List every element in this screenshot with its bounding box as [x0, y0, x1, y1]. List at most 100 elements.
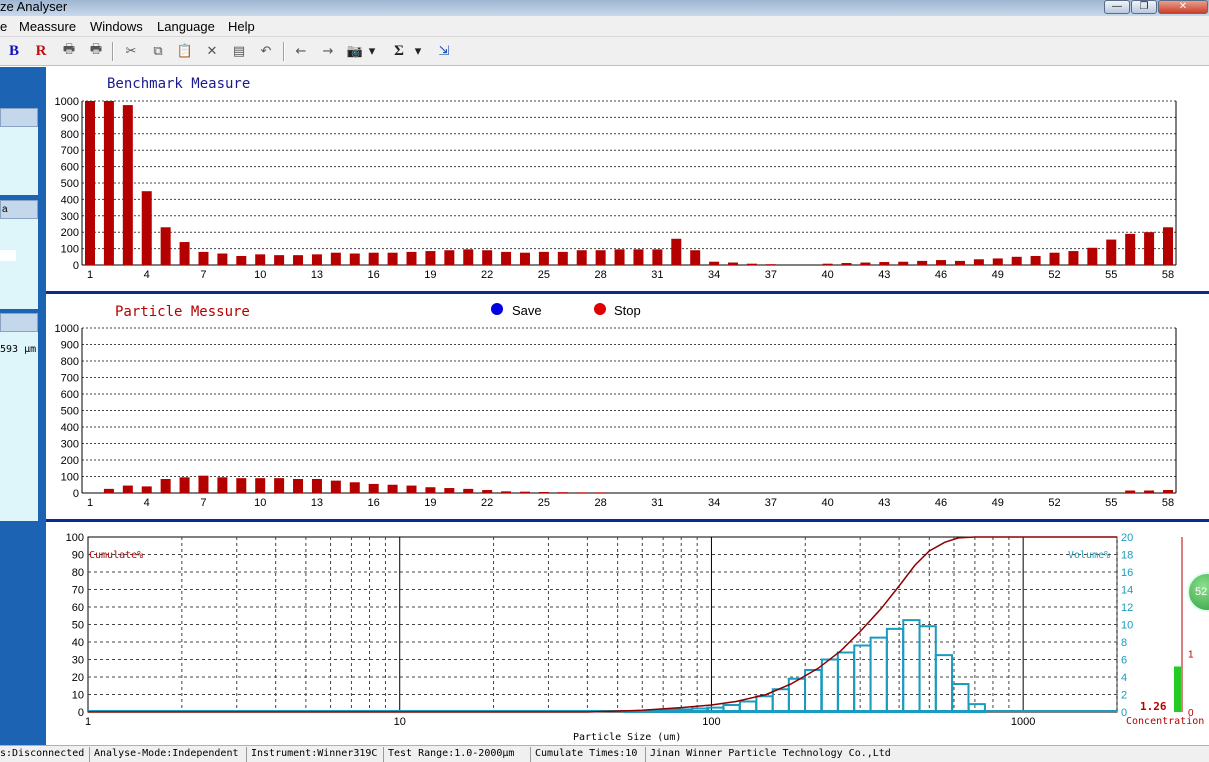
- particle-size-axis-label: Particle Size (um): [573, 732, 681, 743]
- benchmark-bar: [274, 255, 285, 265]
- status-company: Jinan Winner Particle Technology Co.,Ltd: [650, 748, 891, 759]
- benchmark-bar: [917, 260, 928, 265]
- particle-x-tick-label: 28: [595, 497, 607, 509]
- benchmark-bar: [1049, 252, 1060, 265]
- particle-bar: [330, 480, 341, 493]
- status-test-range: Test Range:1.0-2000μm: [385, 747, 531, 762]
- particle-bar: [482, 490, 493, 493]
- benchmark-bar: [103, 101, 114, 265]
- benchmark-x-tick-label: 52: [1048, 269, 1060, 281]
- volume-histogram-bar: [951, 683, 970, 713]
- benchmark-y-tick-label: 800: [61, 129, 79, 141]
- particle-x-tick-label: 52: [1048, 497, 1060, 509]
- particle-x-tick-label: 7: [200, 497, 206, 509]
- cumulate-tick-label: 60: [72, 602, 84, 614]
- particle-bar: [425, 487, 436, 493]
- particle-x-tick-label: 4: [144, 497, 150, 509]
- benchmark-bar: [444, 250, 455, 265]
- particle-x-tick-label: 13: [311, 497, 323, 509]
- particle-bar: [141, 486, 152, 493]
- particle-bar: [236, 478, 247, 493]
- benchmark-bar: [311, 254, 322, 265]
- particle-x-tick-label: 25: [538, 497, 550, 509]
- benchmark-y-tick-label: 700: [61, 145, 79, 157]
- benchmark-x-tick-label: 19: [424, 269, 436, 281]
- particle-x-tick-label: 49: [992, 497, 1004, 509]
- cumulate-tick-label: 50: [72, 620, 84, 632]
- benchmark-bar: [992, 258, 1003, 265]
- cumulate-tick-label: 40: [72, 637, 84, 649]
- volume-histogram-bar: [869, 636, 888, 713]
- particle-bar: [387, 484, 398, 493]
- benchmark-x-tick-label: 25: [538, 269, 550, 281]
- benchmark-bar: [217, 253, 228, 265]
- particle-x-tick-label: 16: [368, 497, 380, 509]
- stop-indicator-icon[interactable]: [594, 303, 606, 315]
- benchmark-bar: [538, 251, 549, 265]
- particle-bar: [293, 478, 304, 493]
- benchmark-y-tick-label: 300: [61, 211, 79, 223]
- volume-histogram-bar: [934, 654, 954, 713]
- benchmark-bar: [671, 238, 682, 265]
- volume-tick-label: 10: [1121, 620, 1133, 632]
- particle-x-tick-label: 34: [708, 497, 720, 509]
- benchmark-bar: [387, 252, 398, 265]
- benchmark-bar: [198, 251, 209, 265]
- cumulate-tick-label: 80: [72, 567, 84, 579]
- particle-x-tick-label: 31: [651, 497, 663, 509]
- particle-bar: [1163, 490, 1173, 493]
- distribution-chart: 0 10 20 30 40 50 60 70 80 90 1000 2 4 6 8 10 12 14 16 18 20 1…: [66, 532, 1134, 728]
- volume-histogram-bar: [641, 709, 661, 713]
- benchmark-bar: [368, 252, 379, 265]
- status-analyse-mode: Analyse-Mode:Independent: [91, 747, 247, 762]
- benchmark-bar: [330, 252, 341, 265]
- cumulate-tick-label: 20: [72, 672, 84, 684]
- particle-bar: [122, 485, 133, 493]
- benchmark-bar: [236, 255, 247, 265]
- save-label[interactable]: Save: [512, 303, 542, 318]
- stop-label[interactable]: Stop: [614, 303, 641, 318]
- benchmark-y-tick-label: 200: [61, 227, 79, 239]
- benchmark-bar: [425, 251, 436, 265]
- particle-x-tick-label: 1: [87, 497, 93, 509]
- particle-title: Particle Messure: [115, 304, 250, 320]
- particle-y-tick-label: 1000: [55, 323, 79, 335]
- benchmark-bar: [293, 255, 304, 265]
- particle-bar: [160, 478, 171, 493]
- benchmark-bar: [501, 251, 512, 265]
- cumulate-tick-label: 10: [72, 690, 84, 702]
- particle-x-tick-label: 58: [1162, 497, 1174, 509]
- particle-bar: [198, 475, 209, 493]
- particle-chart: 0 100 200 300 400 500 600 700 800 900 1000 1 4 7 10 13 1…: [55, 323, 1177, 509]
- particle-y-tick-label: 300: [61, 439, 79, 451]
- benchmark-bar: [122, 105, 133, 265]
- benchmark-bar: [1030, 255, 1041, 265]
- benchmark-x-tick-label: 37: [765, 269, 777, 281]
- benchmark-bar: [879, 262, 890, 265]
- volume-histogram-bar: [804, 669, 823, 713]
- benchmark-bar: [519, 252, 530, 265]
- particle-bar: [576, 492, 587, 493]
- particle-bar: [349, 482, 360, 493]
- benchmark-bar: [1068, 251, 1079, 265]
- particle-bar: [1144, 490, 1155, 493]
- volume-histogram-bar: [836, 651, 856, 713]
- benchmark-y-tick-label: 100: [61, 244, 79, 256]
- save-indicator-icon[interactable]: [491, 303, 503, 315]
- particle-y-tick-label: 500: [61, 406, 79, 418]
- benchmark-bar: [141, 191, 152, 265]
- cumulate-line: [88, 536, 1117, 713]
- particle-bar: [463, 488, 474, 493]
- benchmark-bar: [709, 261, 720, 265]
- status-cumulate-times: Cumulate Times:10: [532, 747, 646, 762]
- benchmark-x-tick-label: 58: [1162, 269, 1174, 281]
- status-connection: s:Disconnected: [0, 747, 90, 762]
- particle-bar: [444, 488, 455, 493]
- benchmark-bar: [633, 249, 644, 265]
- volume-axis-label: Volume%: [1068, 550, 1110, 561]
- benchmark-x-tick-label: 16: [368, 269, 380, 281]
- benchmark-bar: [690, 250, 701, 265]
- benchmark-x-tick-label: 22: [481, 269, 493, 281]
- benchmark-bar: [614, 249, 625, 265]
- benchmark-x-tick-label: 28: [595, 269, 607, 281]
